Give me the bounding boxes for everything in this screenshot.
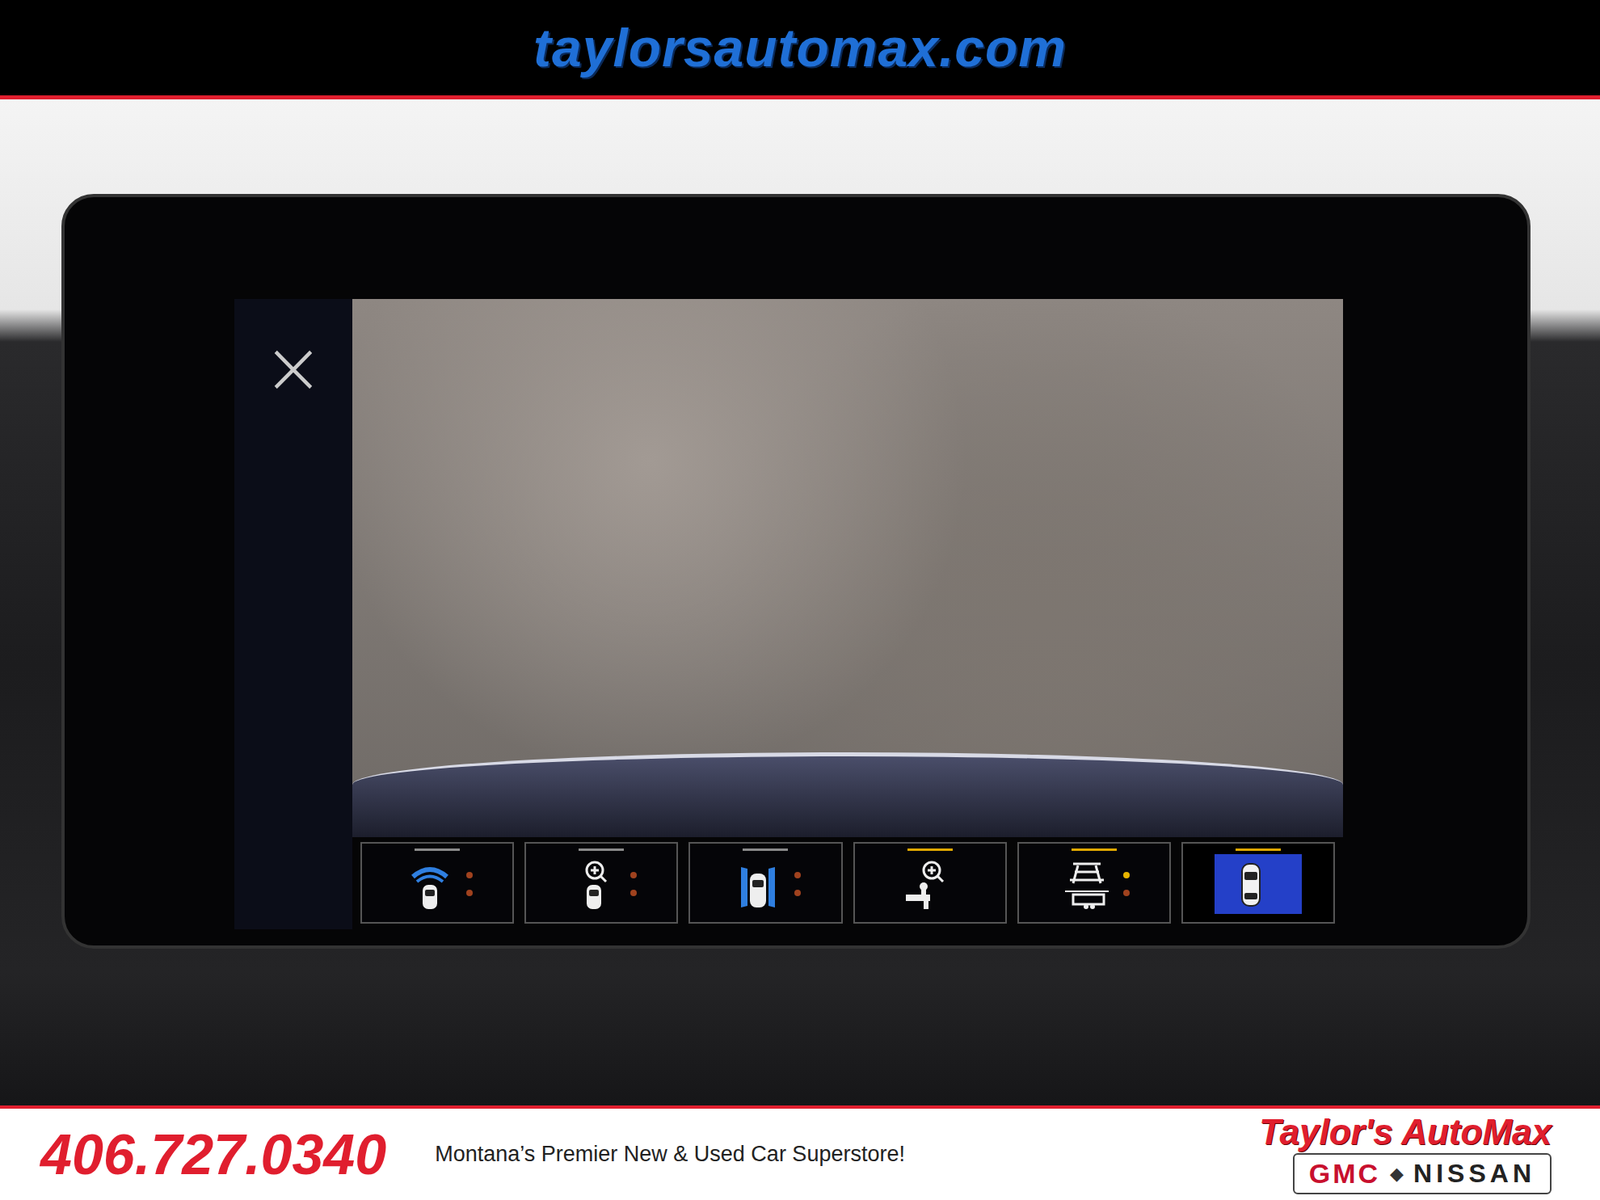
- view-button[interactable]: [1181, 842, 1335, 924]
- side-view-icon: [729, 855, 787, 913]
- dealer-photo: taylorsautomax.com × 406.727.0340 Montan…: [0, 0, 1600, 1200]
- indicator: [414, 848, 460, 851]
- brand-box: GMC ◆ NISSAN: [1292, 1153, 1552, 1195]
- park-assist-icon: [401, 855, 459, 913]
- indicator: [907, 848, 953, 851]
- dealer-logo: Taylor's AutoMax GMC ◆ NISSAN: [1258, 1114, 1552, 1195]
- view-button[interactable]: [688, 842, 843, 924]
- bottom-banner: 406.727.0340 Montana’s Premier New & Use…: [0, 1108, 1600, 1200]
- camera-view: [352, 298, 1344, 838]
- top-view-icon: [1222, 855, 1280, 913]
- display: ×: [234, 298, 1528, 930]
- view-button[interactable]: [360, 842, 514, 924]
- status-dot: [1123, 889, 1130, 897]
- dealer-name: Taylor's AutoMax: [1258, 1114, 1552, 1150]
- close-button[interactable]: ×: [262, 331, 324, 930]
- indicator: [578, 848, 624, 851]
- tagline: Montana’s Premier New & Used Car Superst…: [434, 1141, 906, 1167]
- indicator: [1235, 848, 1281, 851]
- status-dot: [466, 871, 473, 879]
- view-button[interactable]: [853, 842, 1007, 924]
- website-url[interactable]: taylorsautomax.com: [533, 16, 1067, 79]
- infotainment-screen: ×: [61, 193, 1531, 949]
- indicator: [1071, 848, 1117, 851]
- status-dot: [630, 871, 637, 879]
- view-button[interactable]: [1017, 842, 1171, 924]
- camera-panel: [352, 298, 1344, 930]
- view-button[interactable]: [524, 842, 678, 924]
- status-dot: [1123, 871, 1130, 879]
- brand: GMC: [1309, 1157, 1381, 1190]
- brand: NISSAN: [1413, 1158, 1536, 1189]
- hitch-zoom-icon: [894, 855, 952, 913]
- status-dot: [466, 889, 473, 897]
- view-buttons: [352, 842, 1344, 924]
- status-dot: [630, 889, 637, 897]
- bumper: [352, 752, 1344, 838]
- status-dot: [794, 889, 801, 897]
- left-strip: ×: [234, 298, 353, 930]
- indicator: [742, 848, 788, 851]
- phone-number[interactable]: 406.727.0340: [40, 1122, 387, 1188]
- dashboard-photo: ×: [0, 99, 1600, 1106]
- rear-zoom-icon: [565, 855, 623, 913]
- separator: ◆: [1389, 1163, 1404, 1185]
- trailer-icon: [1058, 855, 1116, 913]
- top-banner: taylorsautomax.com: [0, 0, 1600, 96]
- status-dot: [794, 871, 801, 879]
